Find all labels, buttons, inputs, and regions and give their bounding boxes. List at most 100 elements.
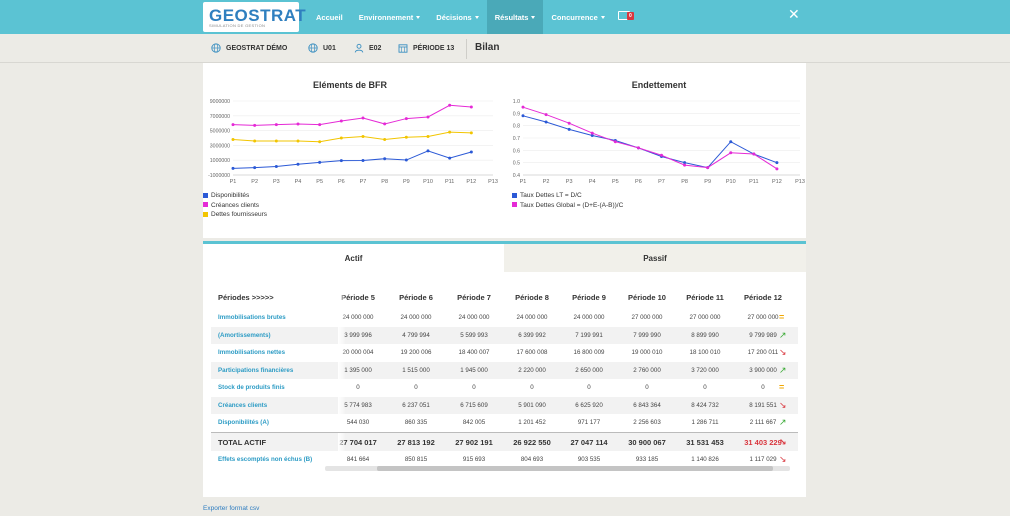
geostrat-logo[interactable]: GEOSTRAT SIMULATION DE GESTION (203, 2, 306, 32)
row-label[interactable]: Stock de produits finis (218, 379, 285, 397)
data-point (544, 120, 548, 124)
context-universe: U01 (308, 43, 336, 53)
trend-down-icon: ↘ (779, 347, 787, 358)
table-row: (Amortissements) 3 999 996 4 799 994 5 599 … (211, 326, 798, 345)
legend-swatch (512, 202, 517, 208)
legend-item[interactable]: Taux Dettes LT = D/C (512, 191, 623, 201)
scroll-fade (338, 285, 346, 309)
data-point (567, 121, 571, 125)
nav-concurrence[interactable]: Concurrence (543, 0, 612, 34)
data-point (706, 166, 710, 170)
caret-down-icon (416, 15, 421, 19)
nav-environnement[interactable]: Environnement (351, 0, 429, 34)
close-icon[interactable]: ✕ (788, 7, 800, 21)
data-point (296, 162, 300, 166)
scroll-fade (338, 379, 346, 397)
row-label[interactable]: Effets escomptés non échus (B) (218, 451, 312, 469)
top-navbar: GEOSTRAT SIMULATION DE GESTION Accueil E… (0, 0, 1010, 34)
x-tick-label: P10 (726, 179, 736, 185)
legend-item[interactable]: Taux Dettes Global = (D+E-(A-B))/C (512, 201, 623, 211)
table-row: Disponibilités (A) 544 030 860 335 842 005 1… (211, 414, 798, 432)
scroll-fade (338, 432, 346, 451)
y-tick-label: 1.0 (513, 99, 520, 105)
globe-icon (308, 43, 318, 53)
row-label[interactable]: Créances clients (218, 397, 267, 415)
legend-item[interactable]: Dettes fournisseurs (203, 210, 267, 220)
caret-down-icon (531, 15, 536, 19)
calendar-icon (398, 43, 408, 53)
data-point (339, 136, 343, 140)
horizontal-scrollbar[interactable] (325, 466, 790, 471)
data-point (318, 140, 322, 144)
trend-equal-icon: = (779, 312, 785, 323)
period-header: Période 10 (628, 292, 666, 302)
data-point (361, 158, 365, 162)
row-label[interactable]: Disponibilités (A) (218, 414, 269, 432)
table-header-row: Périodes >>>>> Période 5 Période 6 Période … (211, 285, 798, 309)
y-tick-label: 0.9 (513, 111, 520, 117)
data-point (469, 105, 473, 109)
data-point (383, 122, 387, 126)
table-cell: 16 800 009 (573, 349, 605, 357)
data-point (660, 153, 663, 157)
tab-actif[interactable]: Actif (203, 244, 504, 272)
export-csv-link[interactable]: Exporter format csv (203, 505, 259, 512)
tab-bar: Actif Passif (203, 241, 806, 272)
table-row: Immobilisations nettes 20 000 004 19 200 0… (211, 344, 798, 362)
row-label[interactable]: Immobilisations brutes (218, 309, 286, 327)
period-header: Période 8 (515, 292, 549, 302)
scroll-fade (338, 414, 346, 432)
legend-label: Taux Dettes Global = (D+E-(A-B))/C (520, 201, 624, 209)
data-point (274, 164, 278, 168)
table-cell: 0 (645, 384, 649, 392)
table-cell: 24 000 000 (573, 314, 605, 322)
trend-equal-icon: = (779, 382, 785, 393)
legend-item[interactable]: Disponibilités (203, 191, 267, 201)
table-cell: 4 799 994 (402, 331, 430, 339)
period-header: Période 9 (572, 292, 606, 302)
legend-label: Créances clients (211, 201, 260, 209)
period-header: Période 12 (744, 292, 782, 302)
context-bar: GEOSTRAT DÉMO U01 E02 PÉRIODE 13 Bilan (0, 34, 1010, 63)
nav-accueil[interactable]: Accueil (308, 0, 351, 34)
table-cell: 842 005 (462, 419, 486, 427)
data-point (683, 163, 687, 167)
divider (466, 39, 467, 59)
scrollbar-thumb[interactable] (377, 466, 773, 471)
table-cell: 24 000 000 (516, 314, 548, 322)
nav-resultats[interactable]: Résultats (486, 0, 544, 34)
x-tick-label: P13 (488, 179, 498, 185)
table-cell: 19 000 010 (631, 349, 663, 357)
legend-item[interactable]: Créances clients (203, 201, 267, 211)
data-point (448, 156, 452, 160)
x-tick-label: P7 (360, 179, 367, 185)
nav-decisions[interactable]: Décisions (428, 0, 486, 34)
table-cell: 0 (472, 384, 476, 392)
scroll-fade (338, 396, 346, 414)
globe-icon (211, 43, 221, 53)
x-tick-label: P7 (658, 179, 665, 185)
caret-down-icon (600, 15, 605, 19)
debt-legend: Taux Dettes LT = D/C Taux Dettes Global =… (512, 191, 623, 210)
row-label[interactable]: Immobilisations nettes (218, 344, 285, 362)
data-point (253, 123, 257, 127)
table-cell: 27 000 000 (689, 314, 721, 322)
x-tick-label: P2 (251, 179, 258, 185)
y-tick-label: 3000000 (210, 143, 230, 149)
data-point (469, 131, 473, 135)
row-label[interactable]: Participations financières (218, 362, 293, 380)
row-label[interactable]: (Amortissements) (218, 327, 271, 345)
y-tick-label: 0.8 (513, 124, 520, 130)
table-cell: 24 000 000 (458, 314, 490, 322)
x-tick-label: P5 (316, 179, 323, 185)
table-cell: 18 400 007 (458, 349, 490, 357)
table-cell: 5 599 993 (460, 331, 488, 339)
legend-swatch (203, 211, 208, 217)
x-tick-label: P5 (612, 179, 619, 185)
period-header: Période 7 (457, 292, 491, 302)
x-tick-label: P12 (772, 179, 782, 185)
series-line (232, 150, 472, 169)
tab-passif[interactable]: Passif (504, 244, 806, 272)
data-point (404, 117, 408, 121)
data-point (775, 167, 779, 171)
